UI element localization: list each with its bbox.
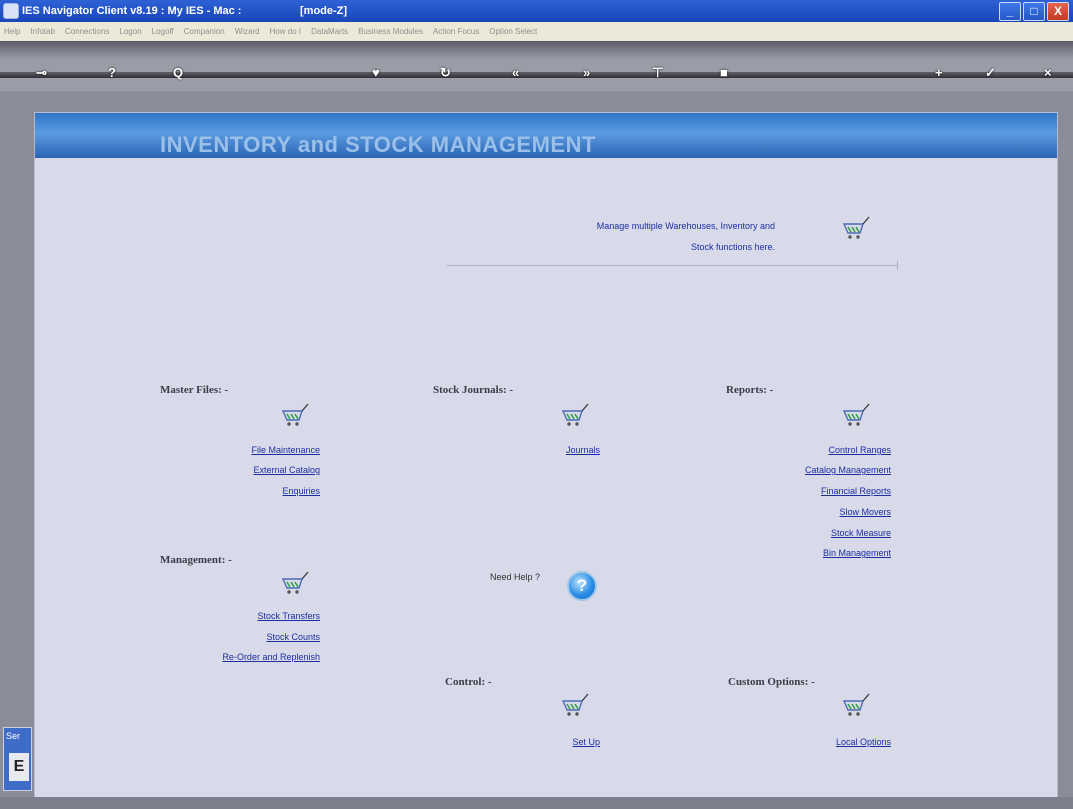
close-window-button[interactable]: X (1047, 2, 1069, 21)
main-panel: INVENTORY and STOCK MANAGEMENT Manage mu… (34, 112, 1058, 799)
intro-line-2: Stock functions here. (690, 242, 775, 252)
minimize-button[interactable]: _ (999, 2, 1021, 21)
back-icon[interactable]: « (512, 65, 519, 85)
title-bar: IES Navigator Client v8.19 : My IES - Ma… (0, 0, 1073, 22)
reports-heading: Reports: - (726, 384, 774, 396)
menu-datamarts[interactable]: DataMarts (311, 27, 348, 36)
maximize-button[interactable]: □ (1023, 2, 1045, 21)
stop-icon[interactable]: ■ (720, 65, 728, 85)
menu-how-do-i[interactable]: How do I (270, 27, 302, 36)
management-heading: Management: - (160, 554, 232, 566)
help-icon[interactable]: ? (108, 65, 116, 85)
page-banner: INVENTORY and STOCK MANAGEMENT (35, 113, 1057, 158)
menu-infotab[interactable]: Infotab (30, 27, 54, 36)
toolbar: ⊸ ? Q ♥ ↻ « » ⊤ ■ + ✓ × (0, 61, 1073, 91)
menu-option-select[interactable]: Option Select (489, 27, 537, 36)
stock-counts-link[interactable]: Stock Counts (266, 632, 320, 642)
cart-icon (281, 403, 309, 426)
close-icon[interactable]: × (1044, 65, 1052, 85)
external-catalog-link[interactable]: External Catalog (253, 465, 320, 475)
cart-icon (842, 216, 870, 239)
side-tab-box: E (9, 753, 29, 781)
cart-icon (842, 693, 870, 716)
window-title: IES Navigator Client v8.19 : My IES - Ma… (22, 5, 242, 17)
pin-icon[interactable]: ⊤ (652, 65, 663, 85)
cart-icon (561, 693, 589, 716)
add-icon[interactable]: + (935, 65, 943, 85)
catalog-management-link[interactable]: Catalog Management (805, 465, 891, 475)
forward-icon[interactable]: » (583, 65, 590, 85)
help-button[interactable]: ? (567, 571, 597, 601)
cart-icon (561, 403, 589, 426)
heart-icon[interactable]: ♥ (372, 65, 380, 85)
toolbar-shade (0, 41, 1073, 61)
refresh-icon[interactable]: ↻ (440, 65, 451, 85)
control-heading: Control: - (445, 676, 492, 688)
control-ranges-link[interactable]: Control Ranges (828, 445, 891, 455)
app-icon (3, 3, 19, 19)
master-files-heading: Master Files: - (160, 384, 229, 396)
menu-wizard[interactable]: Wizard (235, 27, 260, 36)
menu-logon[interactable]: Logon (119, 27, 141, 36)
search-icon[interactable]: Q (173, 65, 183, 85)
menu-bar: Help Infotab Connections Logon Logoff Co… (0, 22, 1073, 42)
side-tab-label: Ser (6, 731, 21, 741)
financial-reports-link[interactable]: Financial Reports (821, 486, 891, 496)
menu-action-focus[interactable]: Action Focus (433, 27, 479, 36)
bin-management-link[interactable]: Bin Management (823, 548, 891, 558)
check-icon[interactable]: ✓ (985, 65, 996, 85)
stock-measure-link[interactable]: Stock Measure (831, 528, 891, 538)
custom-options-heading: Custom Options: - (728, 676, 815, 688)
menu-help[interactable]: Help (4, 27, 20, 36)
intro-divider (447, 265, 897, 266)
stock-transfers-link[interactable]: Stock Transfers (257, 611, 320, 621)
enquiries-link[interactable]: Enquiries (282, 486, 320, 496)
menu-connections[interactable]: Connections (65, 27, 109, 36)
intro-divider-end (897, 261, 898, 270)
menu-business-modules[interactable]: Business Modules (358, 27, 423, 36)
toolbar-rail (0, 72, 1073, 78)
local-options-link[interactable]: Local Options (836, 737, 891, 747)
window-mode: [mode-Z] (300, 5, 348, 17)
window-controls: _ □ X (999, 2, 1069, 21)
cart-icon (842, 403, 870, 426)
side-tab[interactable]: Ser E (3, 727, 32, 791)
file-maintenance-link[interactable]: File Maintenance (251, 445, 320, 455)
set-up-link[interactable]: Set Up (572, 737, 600, 747)
re-order-replenish-link[interactable]: Re-Order and Replenish (222, 652, 320, 662)
menu-companion[interactable]: Companion (184, 27, 225, 36)
status-bar (0, 797, 1073, 809)
key-icon[interactable]: ⊸ (36, 65, 47, 85)
intro-text: Manage multiple Warehouses, Inventory an… (505, 216, 775, 258)
slow-movers-link[interactable]: Slow Movers (839, 507, 891, 517)
intro-line-1: Manage multiple Warehouses, Inventory an… (596, 221, 775, 231)
need-help-label: Need Help ? (490, 572, 541, 582)
journals-link[interactable]: Journals (566, 445, 600, 455)
menu-logoff[interactable]: Logoff (152, 27, 174, 36)
cart-icon (281, 571, 309, 594)
page-title: INVENTORY and STOCK MANAGEMENT (160, 132, 596, 157)
stock-journals-heading: Stock Journals: - (433, 384, 514, 396)
